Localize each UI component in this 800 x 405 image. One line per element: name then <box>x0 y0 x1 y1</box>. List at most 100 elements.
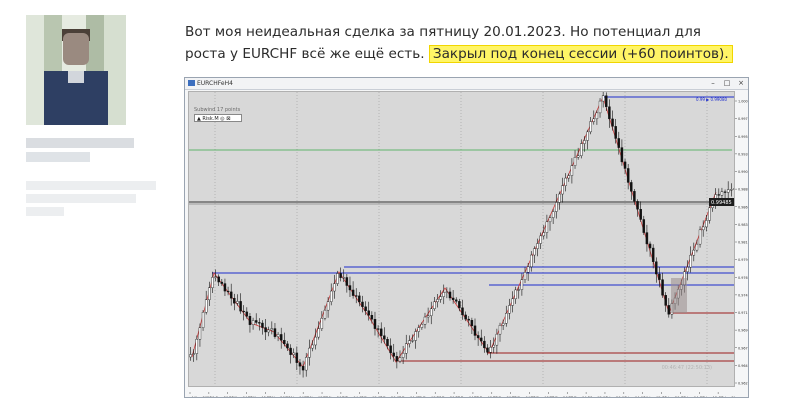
candle-body <box>630 182 633 192</box>
candle-body <box>229 291 233 299</box>
candle-body <box>708 207 711 221</box>
candle-body <box>233 297 236 304</box>
risk-box <box>671 278 687 313</box>
chart-window: EURCHFeH4 – □ × 0.99485 0.99 ▶ 0.99080 Su… <box>184 77 749 398</box>
candle-body <box>580 143 583 156</box>
candle-body <box>480 337 483 342</box>
candle-body <box>595 112 599 120</box>
candle-body <box>539 235 542 244</box>
candle-body <box>461 307 464 316</box>
candle-body <box>286 343 289 349</box>
candle-body <box>204 299 208 313</box>
candle-body <box>636 201 639 210</box>
candle-body <box>664 295 667 306</box>
candle-body <box>358 295 361 303</box>
candle-body <box>601 95 605 102</box>
candle-body <box>548 217 552 223</box>
candle-body <box>642 219 646 233</box>
price-tick-label: 0.98840 <box>738 188 748 192</box>
candle-body <box>364 306 367 311</box>
candle-body <box>520 279 524 290</box>
candle-body <box>495 333 499 346</box>
candle-body <box>211 277 214 288</box>
candle-body <box>651 247 655 262</box>
candle-body <box>258 322 261 324</box>
candle-body <box>533 248 536 256</box>
candle-body <box>576 155 580 158</box>
candle-body <box>661 279 664 296</box>
candle-body <box>436 299 439 303</box>
candle-body <box>430 308 433 316</box>
candle-body <box>208 287 211 300</box>
candle-body <box>623 161 627 169</box>
candle-body <box>414 331 417 341</box>
candle-body <box>283 340 286 345</box>
candle-body <box>251 320 255 325</box>
candle-body <box>248 316 252 325</box>
candle-body <box>720 191 724 196</box>
candle-body <box>442 292 445 297</box>
candle-body <box>451 297 455 300</box>
candle-body <box>392 352 395 357</box>
author-avatar[interactable] <box>26 15 126 125</box>
candle-body <box>476 335 480 339</box>
candle-body <box>195 339 199 354</box>
current-price-text: 0.99485 <box>711 200 732 206</box>
candle-body <box>423 316 427 325</box>
price-axis-svg: 1.00050 0.99780 0.99540 0.99310 0.99070 0.988… <box>735 100 748 386</box>
candle-body <box>726 189 730 193</box>
candle-body <box>201 311 205 328</box>
chart-plot-area[interactable]: 0.99485 0.99 ▶ 0.99080 Subwind 17 points … <box>188 91 735 387</box>
candle-body <box>501 323 505 326</box>
candle-body <box>236 301 239 304</box>
candle-body <box>420 324 424 328</box>
candle-body <box>242 310 245 313</box>
author-panel <box>0 0 165 405</box>
candle-body <box>273 328 277 337</box>
indicator-label: Subwind 17 points <box>194 107 241 113</box>
candle-body <box>408 340 411 344</box>
candle-body <box>523 272 527 280</box>
candle-body <box>445 291 449 293</box>
price-tick-label: 0.99310 <box>738 152 748 156</box>
top-level-label: 0.99 ▶ 0.99080 <box>696 97 728 102</box>
candle-body <box>336 273 339 284</box>
candle-body <box>367 310 370 316</box>
chart-titlebar: EURCHFeH4 – □ × <box>185 78 748 90</box>
candle-body <box>473 325 477 336</box>
price-tick-label: 0.98130 <box>738 241 748 245</box>
chart-app-icon <box>188 80 195 86</box>
price-tick-label: 0.99780 <box>738 117 748 121</box>
time-axis: 4 Nov 202210 Nov 20:0014 Nov 04:0017 Nov… <box>188 387 735 397</box>
price-tick-label: 0.97430 <box>738 293 748 297</box>
candle-body <box>370 315 374 320</box>
candle-body <box>583 140 586 144</box>
candle-body <box>617 138 621 148</box>
candle-body <box>564 177 567 186</box>
post-body: Вот моя неидеальная сделка за пятницу 20… <box>185 21 745 65</box>
author-meta-blurred-3 <box>26 207 64 216</box>
candle-body <box>686 266 689 272</box>
price-tick-label: 0.98600 <box>738 205 748 209</box>
candle-body <box>354 295 358 297</box>
candle-body <box>320 318 324 329</box>
minimize-button[interactable]: – <box>706 78 720 89</box>
candle-body <box>655 261 658 275</box>
post-highlight: Закрыл под конец сессии (+60 поинтов). <box>428 45 733 63</box>
candle-body <box>383 335 386 340</box>
price-tick-label: 0.97900 <box>738 258 748 262</box>
price-tick-label: 0.98370 <box>738 223 748 227</box>
candle-body <box>405 343 408 354</box>
maximize-button[interactable]: □ <box>720 78 734 89</box>
indicator-selector[interactable]: ▲ Risk.M ◎ ⊠ <box>194 114 242 122</box>
candle-body <box>189 354 192 358</box>
candle-body <box>220 281 224 284</box>
close-button[interactable]: × <box>734 78 748 89</box>
candle-body <box>586 131 589 141</box>
price-tick-label: 0.99540 <box>738 135 748 139</box>
author-name-blurred[interactable] <box>26 138 134 148</box>
candle-body <box>311 344 314 349</box>
candle-body <box>558 193 561 203</box>
candle-body <box>470 319 474 327</box>
candle-body <box>648 243 652 249</box>
